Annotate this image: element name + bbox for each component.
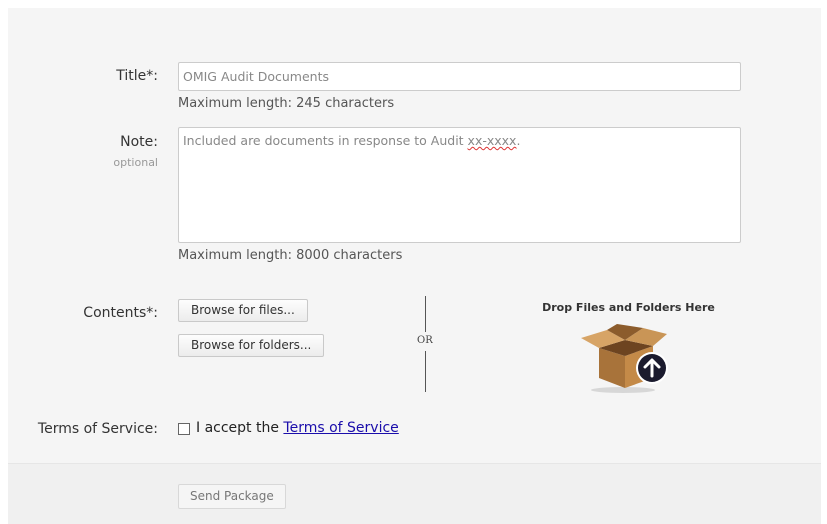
note-optional-label: optional xyxy=(113,156,158,169)
title-input[interactable] xyxy=(178,62,741,91)
send-package-button[interactable]: Send Package xyxy=(178,484,286,509)
note-text-prefix: Included are documents in response to Au… xyxy=(183,133,468,148)
tos-label: Terms of Service: xyxy=(37,421,158,437)
drop-zone-title: Drop Files and Folders Here xyxy=(542,301,715,314)
title-max-length-hint: Maximum length: 245 characters xyxy=(178,96,395,111)
or-label: OR xyxy=(417,335,433,346)
or-divider-bottom xyxy=(425,351,426,392)
box-upload-icon xyxy=(581,324,668,393)
tos-text-prefix: I accept the xyxy=(196,420,284,436)
note-text-misspelled: xx-xxxx xyxy=(467,133,517,148)
browse-folders-button[interactable]: Browse for folders... xyxy=(178,334,325,357)
note-max-length-hint: Maximum length: 8000 characters xyxy=(178,248,403,263)
note-textarea[interactable]: Included are documents in response to Au… xyxy=(178,127,741,243)
note-label: Note: xyxy=(120,134,158,150)
title-label: Title*: xyxy=(116,68,158,84)
tos-checkbox[interactable] xyxy=(178,423,190,435)
note-text-suffix: . xyxy=(516,133,521,148)
contents-label: Contents*: xyxy=(83,305,158,321)
browse-files-button[interactable]: Browse for files... xyxy=(178,299,308,322)
or-divider-top xyxy=(425,296,426,332)
tos-text: I accept the Terms of Service xyxy=(196,420,399,436)
tos-link[interactable]: Terms of Service xyxy=(283,420,398,436)
form-footer xyxy=(8,463,821,524)
